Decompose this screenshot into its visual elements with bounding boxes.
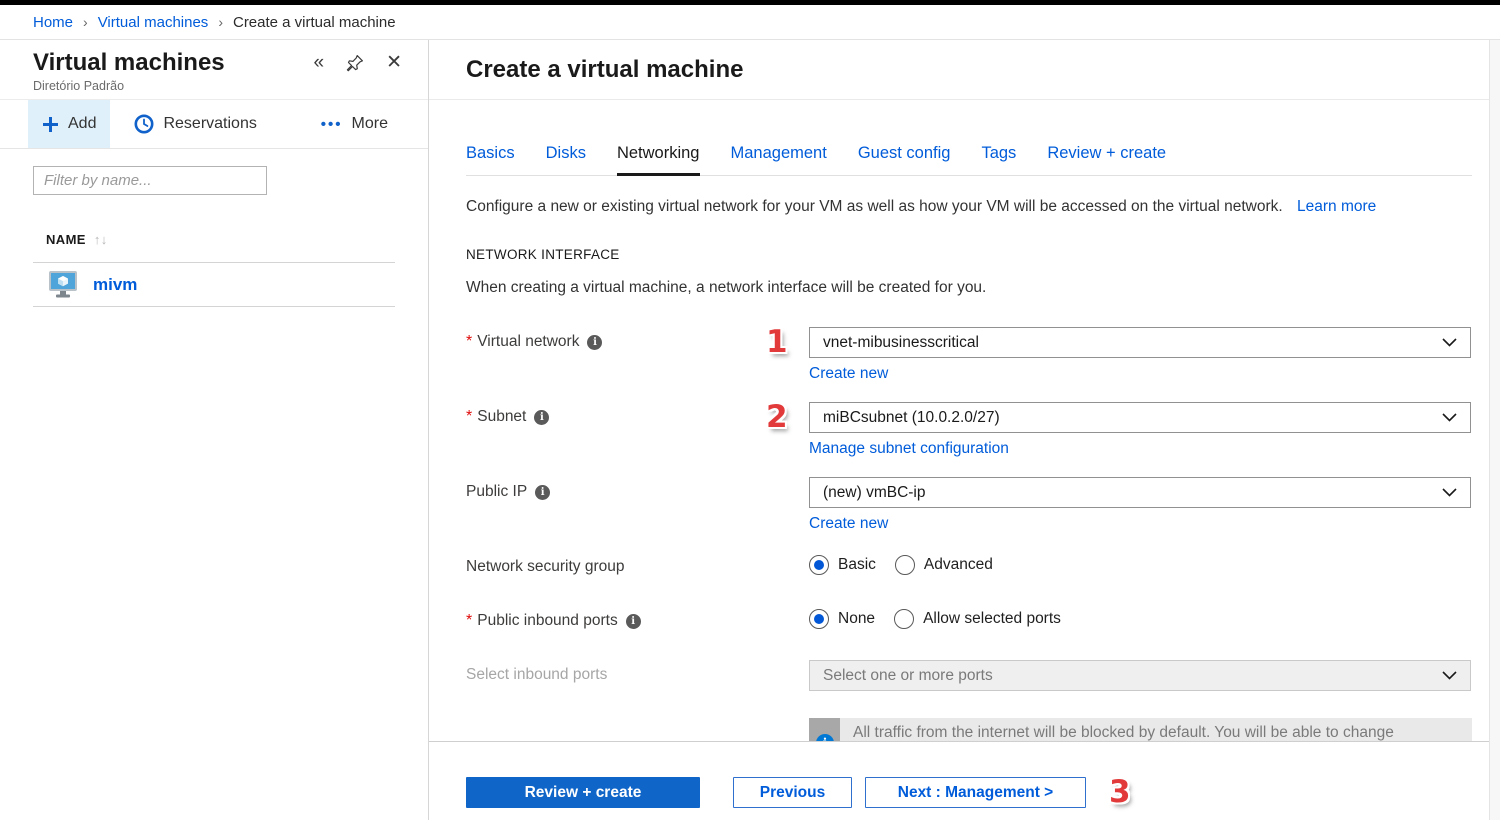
nsg-label: Network security group [466,552,766,576]
previous-button[interactable]: Previous [733,777,852,808]
network-interface-intro: When creating a virtual machine, a netwo… [466,279,1472,297]
info-icon[interactable]: i [535,485,550,500]
annotation-1: 1 [766,324,788,360]
tab-networking[interactable]: Networking [617,144,700,176]
next-management-button[interactable]: Next : Management > [865,777,1086,808]
more-button-label: More [352,115,388,133]
nsg-radio-group: Basic Advanced [809,552,1471,575]
learn-more-link[interactable]: Learn more [1297,198,1376,215]
plus-icon [42,116,59,133]
subnet-label: * Subnet i [466,402,766,426]
tab-description: Configure a new or existing virtual netw… [466,198,1283,215]
panel-toolbar: Add Reservations ••• More [0,100,428,149]
nsg-radio-basic[interactable]: Basic [809,555,876,575]
tab-review-create[interactable]: Review + create [1047,144,1166,175]
directory-subtitle: Diretório Padrão [33,79,402,93]
info-icon: i [816,734,834,741]
breadcrumb-separator-icon: › [218,14,223,30]
required-asterisk: * [466,408,472,426]
select-inbound-ports-dropdown: Select one or more ports [809,660,1471,691]
subnet-dropdown[interactable]: miBCsubnet (10.0.2.0/27) [809,402,1471,433]
chevron-down-icon [1442,671,1457,680]
clock-icon [134,114,154,134]
create-vm-panel: Create a virtual machine Basics Disks Ne… [429,40,1500,820]
public-inbound-ports-label: * Public inbound ports i [466,606,766,630]
name-column-header: NAME [46,232,86,247]
breadcrumb-separator-icon: › [83,14,88,30]
create-new-public-ip-link[interactable]: Create new [809,515,888,533]
tab-bar: Basics Disks Networking Management Guest… [466,144,1472,176]
breadcrumb-current: Create a virtual machine [233,14,396,31]
required-asterisk: * [466,612,472,630]
chevron-down-icon [1442,338,1457,347]
vertical-scrollbar[interactable] [1489,40,1500,820]
virtual-machines-panel: Virtual machines « ✕ Diretório Padrão Ad… [0,40,429,820]
pin-icon[interactable] [346,54,364,72]
nsg-radio-advanced[interactable]: Advanced [895,555,993,575]
virtual-network-dropdown[interactable]: vnet-mibusinesscritical [809,327,1471,358]
info-icon[interactable]: i [626,614,641,629]
create-new-vnet-link[interactable]: Create new [809,365,888,383]
tab-disks[interactable]: Disks [546,144,586,175]
tab-guest-config[interactable]: Guest config [858,144,951,175]
breadcrumb-virtual-machines[interactable]: Virtual machines [98,14,209,31]
panel-header: Virtual machines « ✕ Diretório Padrão [0,40,428,100]
info-icon[interactable]: i [587,335,602,350]
public-ip-dropdown[interactable]: (new) vmBC-ip [809,477,1471,508]
vm-link-mivm[interactable]: mivm [93,275,137,295]
filter-by-name-input[interactable] [33,166,267,195]
info-banner: i All traffic from the internet will be … [809,718,1472,741]
virtual-machine-icon [48,270,78,299]
network-interface-header: NETWORK INTERFACE [466,247,1472,262]
tab-basics[interactable]: Basics [466,144,515,175]
ellipsis-icon: ••• [321,116,343,133]
tab-management[interactable]: Management [731,144,827,175]
inbound-ports-radio-allow[interactable]: Allow selected ports [894,609,1061,629]
add-button-label: Add [68,115,96,133]
more-button[interactable]: ••• More [307,100,402,148]
manage-subnet-configuration-link[interactable]: Manage subnet configuration [809,440,1009,458]
sort-icon[interactable]: ↑↓ [94,232,108,247]
chevron-down-icon [1442,488,1457,497]
public-ip-label: Public IP i [466,477,766,501]
wizard-footer: Review + create Previous Next : Manageme… [429,741,1489,820]
banner-stripe: i [809,718,840,741]
review-create-button[interactable]: Review + create [466,777,700,808]
close-icon[interactable]: ✕ [386,53,402,72]
virtual-network-label: * Virtual network i [466,327,766,351]
reservations-button-label: Reservations [163,115,256,133]
inbound-ports-radio-none[interactable]: None [809,609,875,629]
banner-message: All traffic from the internet will be bl… [840,718,1406,741]
page-title: Create a virtual machine [466,56,743,84]
breadcrumb-home[interactable]: Home [33,14,73,31]
panel-title: Virtual machines [33,49,314,77]
vm-list-item[interactable]: mivm [33,263,395,307]
select-inbound-ports-label: Select inbound ports [466,660,766,684]
chevron-down-icon [1442,413,1457,422]
breadcrumb: Home › Virtual machines › Create a virtu… [0,5,1500,40]
add-button[interactable]: Add [28,100,110,148]
inbound-ports-radio-group: None Allow selected ports [809,606,1471,629]
required-asterisk: * [466,333,472,351]
reservations-button[interactable]: Reservations [120,100,270,148]
annotation-3: 3 [1109,777,1131,808]
tab-tags[interactable]: Tags [981,144,1016,175]
annotation-2: 2 [766,399,788,435]
collapse-icon[interactable]: « [314,53,325,72]
info-icon[interactable]: i [534,410,549,425]
